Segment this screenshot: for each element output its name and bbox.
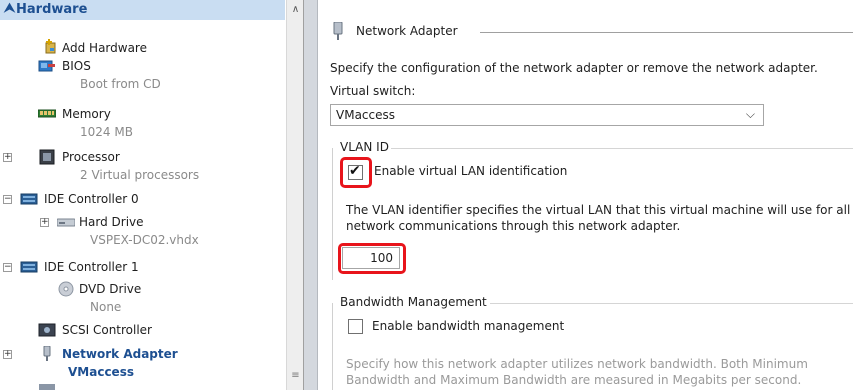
highlight-annotation — [340, 157, 372, 188]
processor-icon — [39, 149, 55, 165]
hardware-section-header[interactable]: ⮝ Hardware — [0, 0, 285, 20]
tree-item-processor[interactable]: + Processor 2 Virtual processors — [0, 149, 285, 185]
highlight-annotation — [338, 243, 406, 274]
scroll-grip-icon[interactable]: ≡ — [290, 371, 301, 381]
bandwidth-group-label: Bandwidth Management — [340, 295, 487, 309]
network-adapter-settings-panel: Network Adapter Specify the configuratio… — [318, 0, 853, 390]
tree-item-label: DVD Drive — [79, 282, 142, 296]
ide-controller-icon — [20, 261, 38, 273]
network-adapter-icon — [43, 346, 51, 361]
tree-item-label: Hard Drive — [79, 215, 144, 229]
tree-item-hard-drive[interactable]: + Hard Drive VSPEX-DC02.vhdx — [0, 214, 285, 250]
scsi-controller-icon — [38, 323, 56, 337]
chevron-down-icon[interactable]: ⌵ — [746, 107, 755, 122]
tree-item-scsi-controller[interactable]: SCSI Controller — [0, 322, 285, 340]
tree-item-label: Network Adapter — [62, 347, 178, 361]
tree-item-detail: Boot from CD — [80, 77, 161, 91]
collapse-icon[interactable]: − — [3, 195, 12, 204]
next-item-icon — [39, 384, 55, 390]
memory-icon — [38, 109, 56, 118]
collapse-icon[interactable]: − — [3, 263, 12, 272]
expand-icon[interactable]: + — [3, 153, 12, 162]
tree-item-bios[interactable]: BIOS Boot from CD — [0, 58, 285, 94]
tree-item-ide-controller-0[interactable]: − IDE Controller 0 — [0, 191, 285, 209]
tree-item-label: IDE Controller 0 — [44, 192, 139, 206]
add-hardware-icon — [45, 39, 56, 54]
ide-controller-icon — [20, 193, 38, 205]
vlan-help-line-1: The VLAN identifier specifies the virtua… — [346, 203, 851, 217]
bandwidth-group-border-left — [332, 303, 333, 390]
tree-item-detail: VSPEX-DC02.vhdx — [90, 233, 199, 247]
scroll-up-arrow-icon[interactable]: ∧ — [288, 2, 303, 17]
tree-scrollbar[interactable]: ∧ ≡ — [286, 0, 303, 390]
tree-item-ide-controller-1[interactable]: − IDE Controller 1 — [0, 259, 285, 277]
tree-item-dvd-drive[interactable]: DVD Drive None — [0, 281, 285, 317]
virtual-switch-label: Virtual switch: — [330, 84, 416, 98]
bandwidth-enable-checkbox[interactable] — [348, 319, 363, 334]
tree-item-label: Add Hardware — [62, 41, 147, 55]
vlan-group-label: VLAN ID — [340, 140, 389, 154]
expand-icon[interactable]: + — [40, 218, 49, 227]
vlan-enable-label: Enable virtual LAN identification — [374, 164, 568, 178]
tree-item-label: Processor — [62, 150, 120, 164]
collapse-chevron-icon[interactable]: ⮝ — [4, 1, 15, 16]
tree-item-label: IDE Controller 1 — [44, 260, 139, 274]
tree-item-memory[interactable]: Memory 1024 MB — [0, 106, 285, 142]
tree-item-label: Memory — [62, 107, 111, 121]
vlan-group-border-left — [332, 148, 333, 280]
vlan-help-line-2: network communications through this netw… — [346, 219, 681, 233]
bandwidth-help-line-1: Specify how this network adapter utilize… — [346, 357, 808, 371]
hard-drive-icon — [57, 218, 75, 227]
network-adapter-icon — [333, 22, 343, 40]
hardware-section-title: Hardware — [16, 2, 88, 17]
title-divider — [480, 32, 853, 33]
hardware-tree-panel: ⮝ Hardware Add Hardware BIOS Boot from C… — [0, 0, 304, 390]
virtual-switch-dropdown[interactable]: VMaccess ⌵ — [330, 104, 764, 126]
bandwidth-help-line-2: Bandwidth and Maximum Bandwidth are meas… — [346, 373, 802, 387]
adapter-description: Specify the configuration of the network… — [330, 61, 818, 75]
tree-item-detail: VMaccess — [68, 365, 134, 379]
tree-item-detail: 1024 MB — [80, 125, 133, 139]
tree-item-detail: None — [90, 300, 122, 314]
bandwidth-enable-label: Enable bandwidth management — [372, 319, 565, 333]
vlan-group-border — [391, 148, 853, 149]
tree-item-detail: 2 Virtual processors — [80, 168, 200, 182]
tree-item-network-adapter[interactable]: + Network Adapter VMaccess — [0, 346, 285, 382]
tree-item-add-hardware[interactable]: Add Hardware — [0, 39, 285, 58]
dvd-drive-icon — [58, 281, 74, 297]
panel-splitter[interactable] — [304, 0, 318, 390]
expand-icon[interactable]: + — [3, 350, 12, 359]
tree-item-label: SCSI Controller — [62, 323, 152, 337]
virtual-switch-value: VMaccess — [336, 108, 395, 122]
bandwidth-group-border — [490, 303, 853, 304]
bios-icon — [38, 60, 55, 72]
tree-item-label: BIOS — [62, 59, 91, 73]
section-title: Network Adapter — [356, 24, 458, 38]
